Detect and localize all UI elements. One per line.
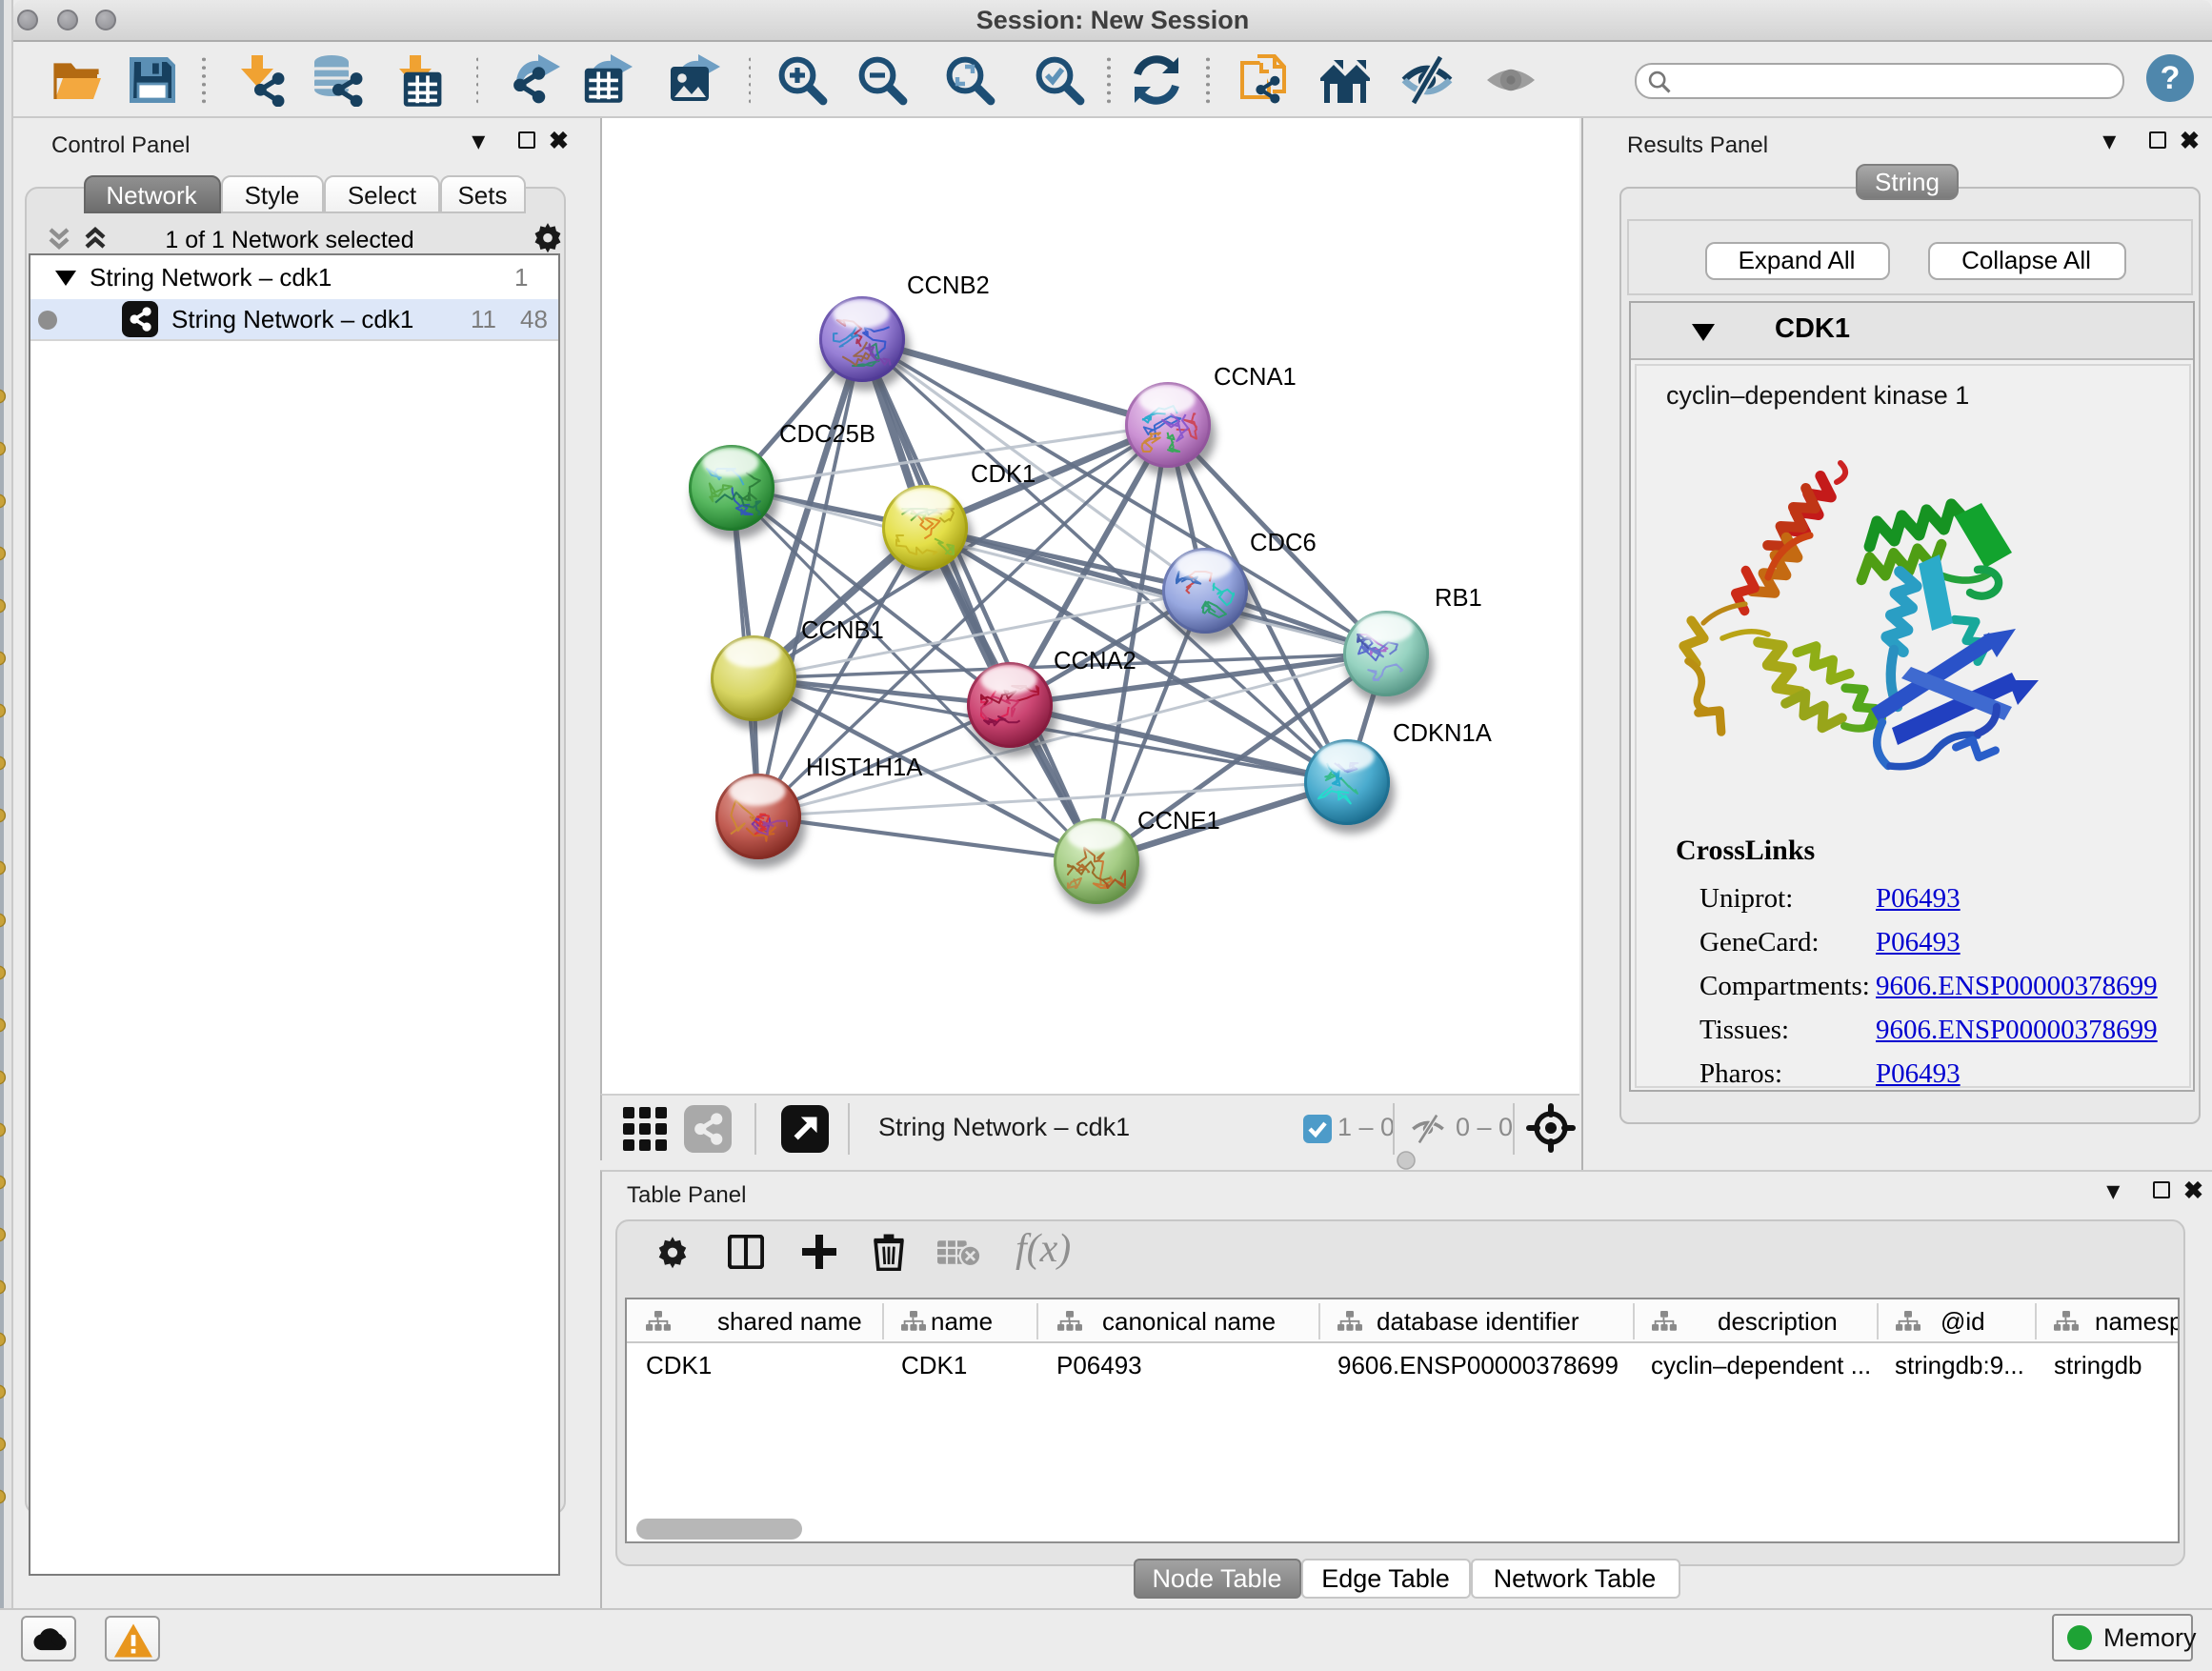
svg-text:HIST1H1A: HIST1H1A (806, 755, 923, 781)
svg-text:CCNE1: CCNE1 (1137, 808, 1220, 835)
svg-text:RB1: RB1 (1435, 585, 1482, 612)
svg-text:?: ? (2161, 59, 2181, 95)
svg-text:CDC25B: CDC25B (779, 421, 875, 448)
svg-text:CCNA2: CCNA2 (1054, 648, 1136, 674)
svg-text:CDKN1A: CDKN1A (1393, 720, 1493, 747)
svg-text:CCNA1: CCNA1 (1214, 364, 1297, 391)
svg-text:CCNB2: CCNB2 (907, 272, 990, 299)
svg-text:CDK1: CDK1 (971, 461, 1036, 488)
svg-text:CCNB1: CCNB1 (801, 617, 884, 644)
svg-text:CDC6: CDC6 (1250, 530, 1317, 556)
